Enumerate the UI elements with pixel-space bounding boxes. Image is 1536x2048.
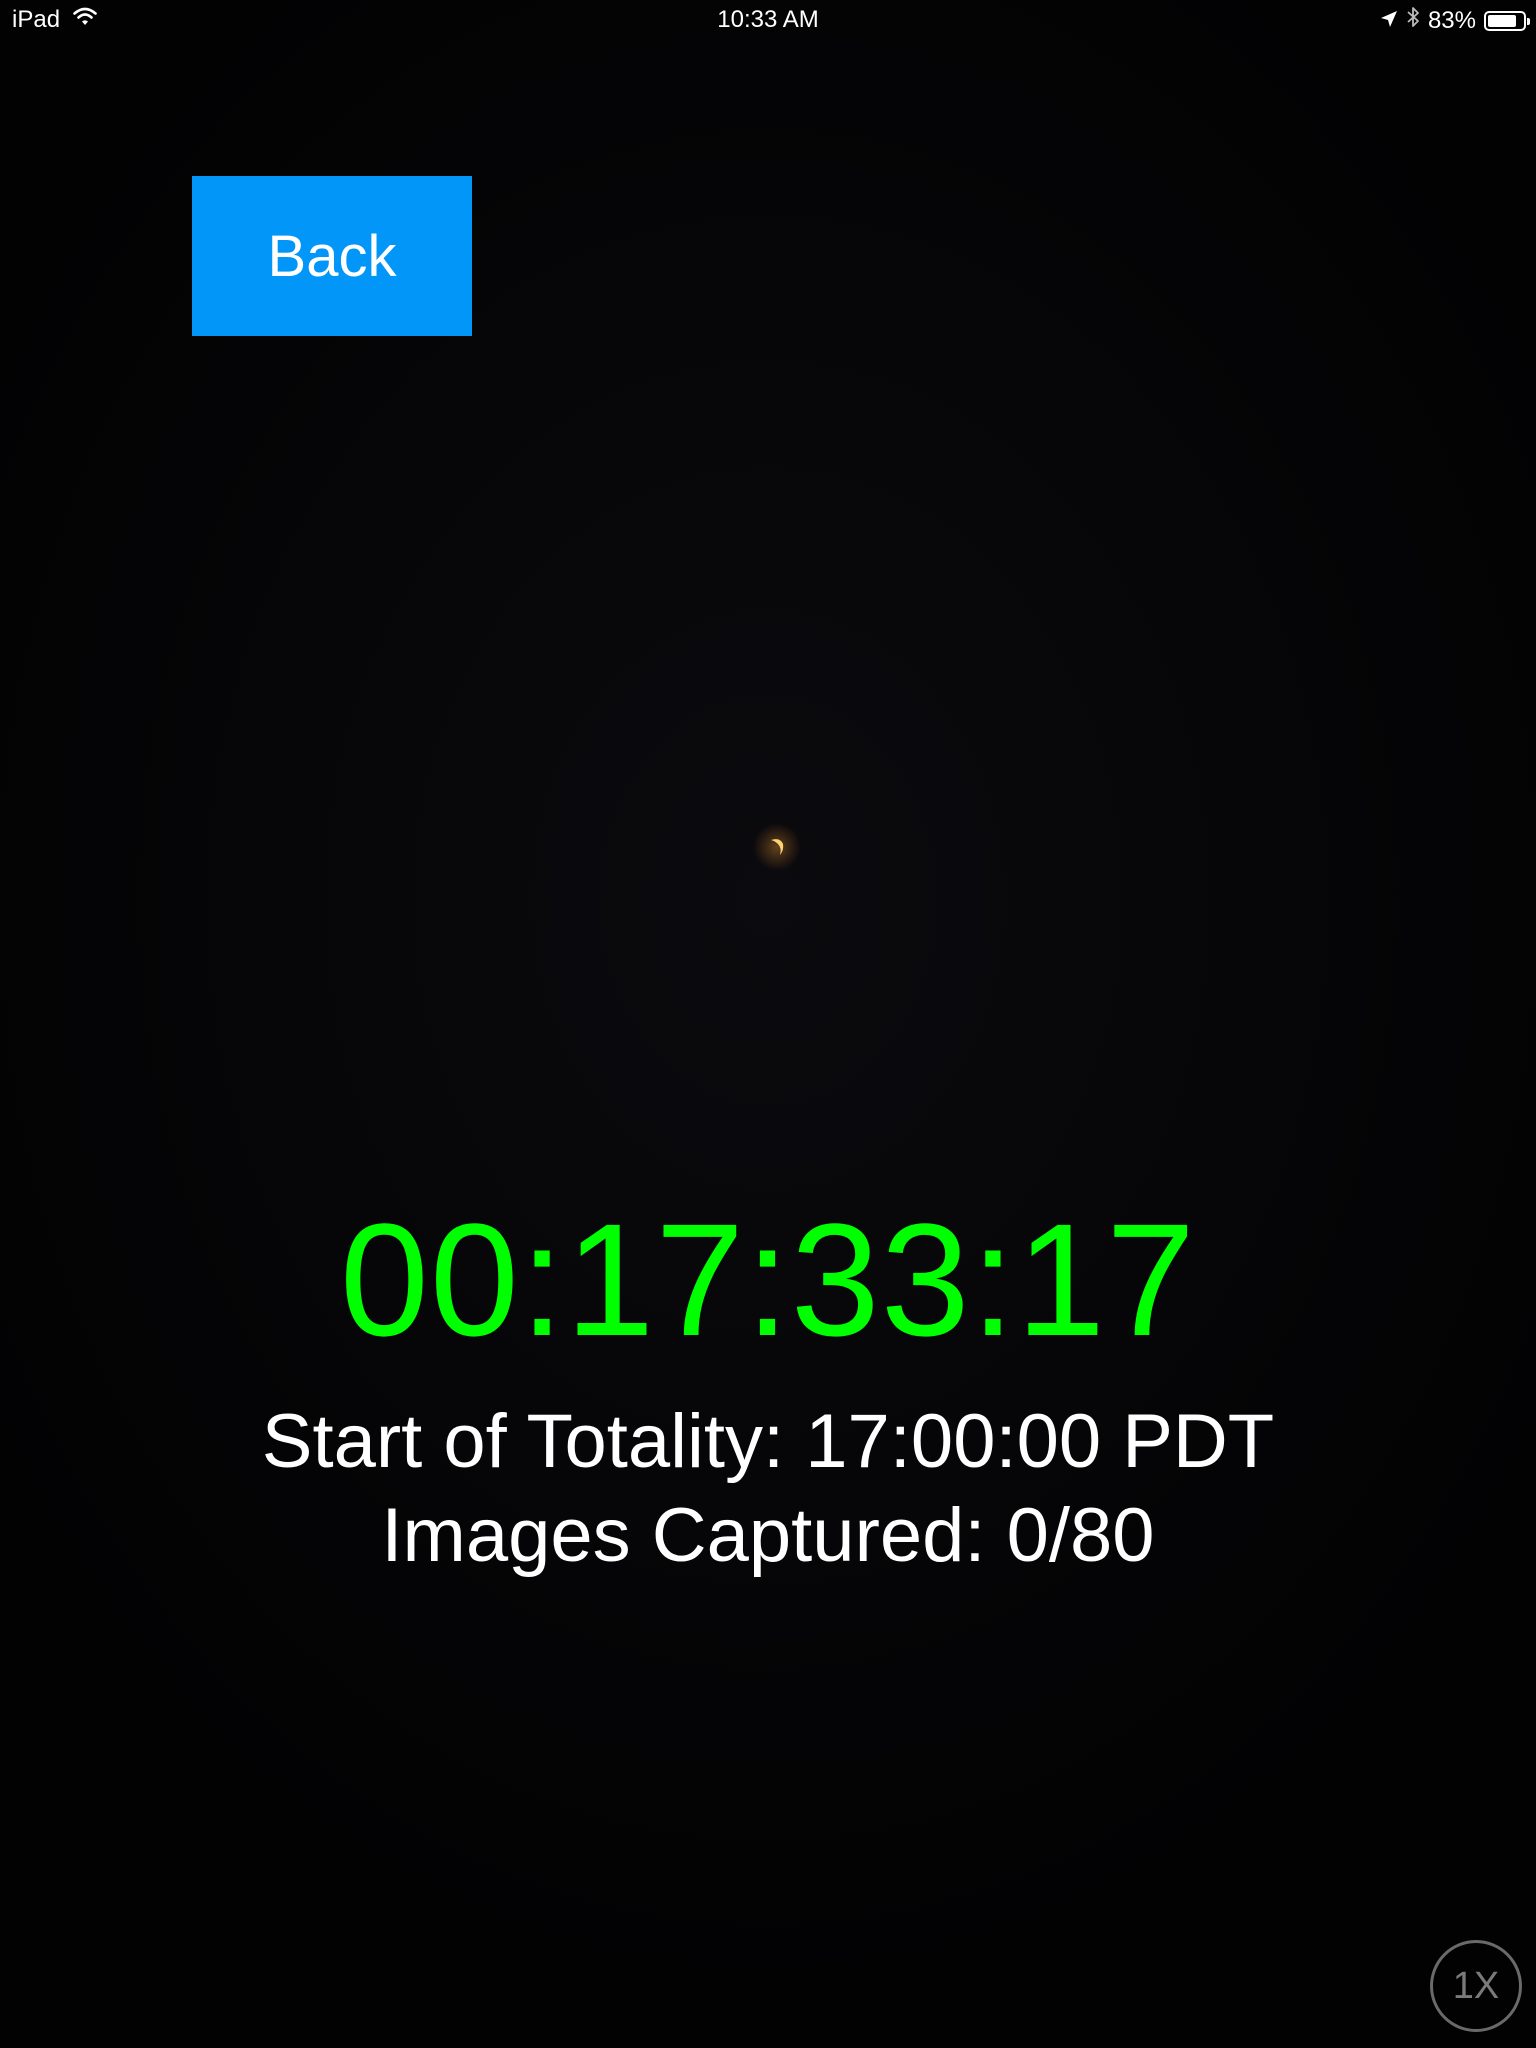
location-arrow-icon bbox=[1380, 7, 1398, 35]
bluetooth-icon bbox=[1406, 6, 1420, 35]
battery-icon bbox=[1484, 10, 1530, 31]
eclipse-crescent bbox=[752, 822, 802, 872]
battery-percent: 83% bbox=[1427, 6, 1476, 34]
images-captured-label: Images Captured: 0/80 bbox=[381, 1493, 1155, 1578]
battery-fill bbox=[1488, 14, 1516, 27]
zoom-1x-button[interactable]: 1X bbox=[1430, 1940, 1522, 2032]
status-time: 10:33 AM bbox=[717, 6, 819, 33]
status-right: 83% bbox=[1380, 6, 1530, 35]
start-of-totality-label: Start of Totality: 17:00:00 PDT bbox=[261, 1399, 1275, 1484]
back-button[interactable]: Back bbox=[192, 176, 472, 336]
status-bar: iPad 10:33 AM 83% bbox=[0, 0, 1536, 40]
countdown-timer: 00:17:33:17 bbox=[339, 1190, 1197, 1369]
battery-tip bbox=[1527, 17, 1530, 25]
